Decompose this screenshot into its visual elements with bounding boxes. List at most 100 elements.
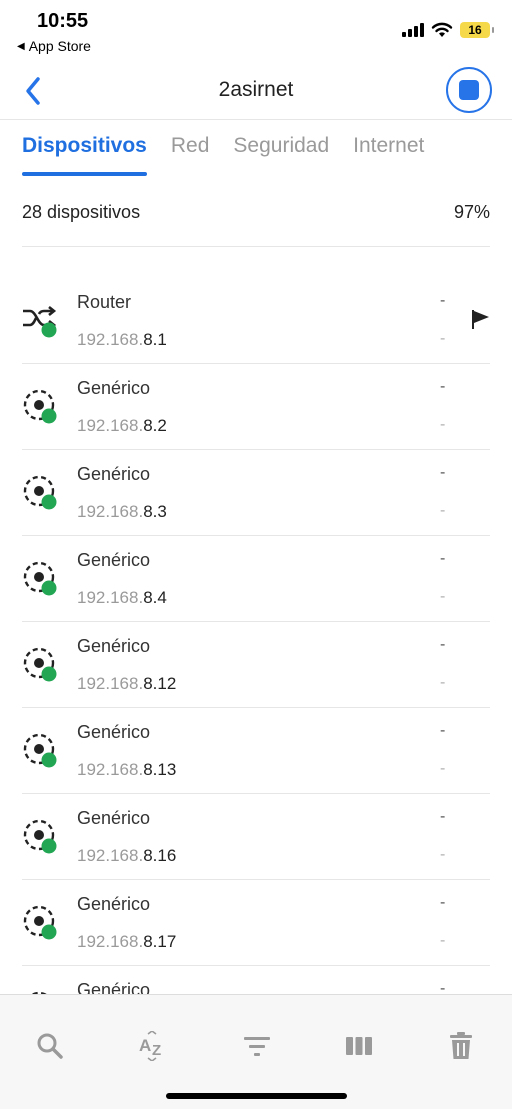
tab-seguridad[interactable]: Seguridad [233, 130, 329, 176]
back-app-label: App Store [28, 38, 91, 54]
device-row[interactable]: Genérico 192.168.8.3 - - [22, 450, 490, 536]
device-detail-2: - [440, 416, 446, 433]
svg-text:A: A [139, 1036, 151, 1055]
ip-prefix: 192.168. [77, 932, 144, 951]
device-ip: 192.168.8.12 [77, 674, 176, 694]
generic-device-icon [23, 905, 57, 940]
device-detail-1: - [440, 550, 446, 567]
device-row[interactable]: Genérico 192.168.8.12 - - [22, 622, 490, 708]
device-row[interactable]: Genérico 192.168.8.2 - - [22, 364, 490, 450]
device-detail-1: - [440, 636, 446, 653]
device-ip: 192.168.8.13 [77, 760, 176, 780]
tab-red[interactable]: Red [171, 130, 210, 176]
stop-scan-button[interactable] [446, 67, 492, 113]
scan-progress: 97% [453, 202, 490, 222]
generic-device-icon [23, 647, 57, 682]
signal-icon [402, 23, 424, 37]
filter-button[interactable] [242, 1031, 272, 1061]
device-name: Genérico [77, 636, 151, 656]
device-name: Router [77, 292, 132, 312]
device-row[interactable]: Router 192.168.8.1 - - [22, 278, 490, 364]
generic-device-icon [23, 819, 57, 854]
status-bar: 10:55 ◀ App Store 16 [0, 0, 512, 60]
device-count: 28 dispositivos [22, 202, 141, 222]
device-row[interactable]: Genérico 192.168.8.17 - - [22, 880, 490, 966]
device-ip: 192.168.8.4 [77, 588, 167, 608]
trash-icon [450, 1032, 472, 1059]
ip-prefix: 192.168. [77, 588, 144, 607]
device-detail-2: - [440, 674, 446, 691]
ip-prefix: 192.168. [77, 416, 144, 435]
device-detail-2: - [440, 330, 446, 347]
device-detail-2: - [440, 932, 446, 949]
device-ip: 192.168.8.1 [77, 330, 167, 350]
flag-icon[interactable] [469, 308, 491, 330]
device-name: Genérico [77, 722, 151, 742]
home-indicator [166, 1093, 347, 1099]
device-detail-2: - [440, 846, 446, 863]
device-detail-1: - [440, 722, 446, 739]
ip-suffix: 8.12 [143, 674, 177, 693]
delete-button[interactable] [446, 1031, 476, 1061]
device-row[interactable]: Genérico - [22, 966, 490, 994]
back-to-app-store[interactable]: ◀ App Store [17, 38, 91, 54]
device-name: Genérico [77, 808, 151, 828]
tab-dispositivos[interactable]: Dispositivos [22, 130, 147, 176]
page-title: 2asirnet [218, 78, 294, 101]
device-row[interactable]: Genérico 192.168.8.16 - - [22, 794, 490, 880]
ip-prefix: 192.168. [77, 330, 144, 349]
generic-device-icon [23, 561, 57, 596]
tab-internet[interactable]: Internet [353, 130, 424, 176]
device-detail-2: - [440, 502, 446, 519]
ip-prefix: 192.168. [77, 502, 144, 521]
sort-az-icon: A Z [139, 1031, 161, 1061]
device-ip: 192.168.8.2 [77, 416, 167, 436]
device-name: Genérico [77, 378, 151, 398]
tab-bar: Dispositivos Red Seguridad Internet [22, 130, 424, 178]
device-row[interactable]: Genérico 192.168.8.13 - - [22, 708, 490, 794]
wifi-icon [431, 22, 453, 37]
filter-icon [244, 1037, 270, 1056]
generic-device-icon [23, 733, 57, 768]
ip-suffix: 8.17 [143, 932, 177, 951]
router-shuffle-icon [23, 305, 57, 338]
ip-prefix: 192.168. [77, 760, 144, 779]
device-detail-1: - [440, 292, 446, 309]
bottom-toolbar: A Z [0, 994, 512, 1109]
sort-button[interactable]: A Z [138, 1031, 168, 1061]
device-detail-1: - [440, 464, 446, 481]
generic-device-icon [23, 389, 57, 424]
columns-button[interactable] [344, 1031, 374, 1061]
device-detail-1: - [440, 894, 446, 911]
battery-indicator: 16 [460, 22, 494, 38]
device-ip: 192.168.8.3 [77, 502, 167, 522]
back-triangle-icon: ◀ [17, 40, 25, 52]
search-button[interactable] [35, 1031, 65, 1061]
device-list[interactable]: Router 192.168.8.1- - Genérico 192.168.8.2-… [0, 278, 512, 994]
device-detail-2: - [440, 760, 446, 777]
status-indicators: 16 [402, 22, 494, 38]
generic-device-icon [23, 475, 57, 510]
ip-suffix: 8.1 [143, 330, 167, 349]
battery-level: 16 [468, 23, 482, 37]
ip-suffix: 8.2 [143, 416, 167, 435]
nav-bar: 2asirnet [0, 62, 512, 120]
ip-suffix: 8.3 [143, 502, 167, 521]
device-name: Genérico [77, 464, 151, 484]
device-detail-1: - [440, 808, 446, 825]
columns-icon [346, 1037, 372, 1055]
ip-suffix: 8.16 [143, 846, 177, 865]
scan-summary: 28 dispositivos 97% [22, 193, 490, 247]
ip-suffix: 8.4 [143, 588, 167, 607]
ip-prefix: 192.168. [77, 674, 144, 693]
device-detail-1: - [440, 980, 446, 994]
ip-prefix: 192.168. [77, 846, 144, 865]
device-row[interactable]: Genérico 192.168.8.4 - - [22, 536, 490, 622]
svg-text:Z: Z [152, 1042, 161, 1059]
ip-suffix: 8.13 [143, 760, 177, 779]
device-name: Genérico [77, 980, 151, 994]
device-name: Genérico [77, 550, 151, 570]
status-time: 10:55 [37, 10, 89, 32]
device-detail-1: - [440, 378, 446, 395]
device-ip: 192.168.8.16 [77, 846, 176, 866]
